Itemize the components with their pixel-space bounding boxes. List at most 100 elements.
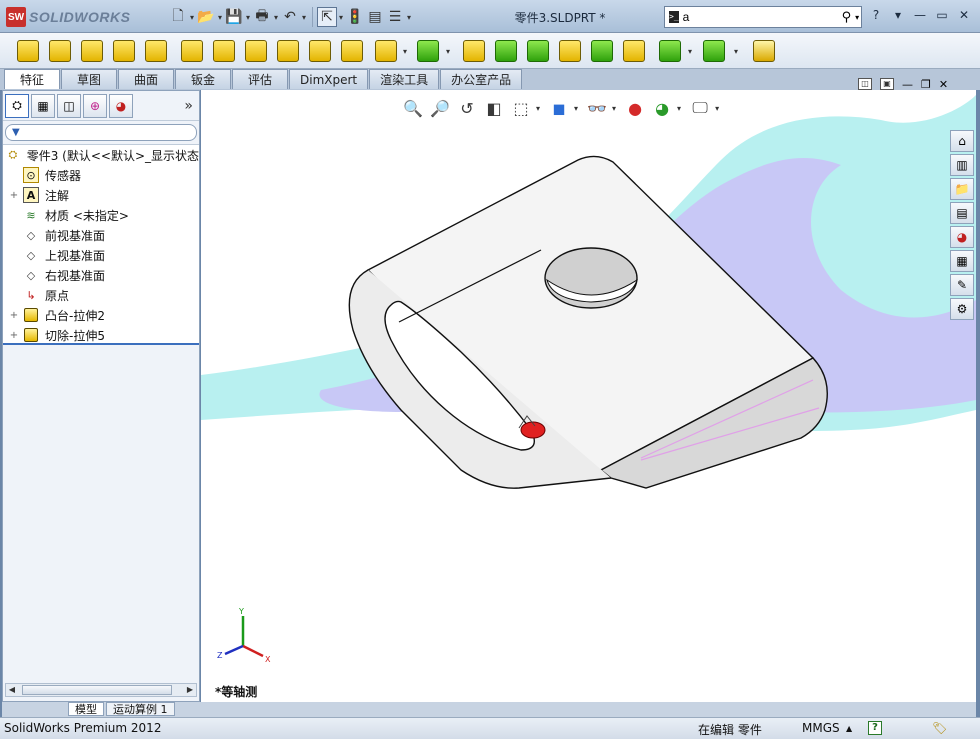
tab-motion-study[interactable]: 运动算例 1: [106, 702, 175, 716]
tab-office-products[interactable]: 办公室产品: [440, 69, 523, 89]
instant3d-icon[interactable]: [750, 37, 778, 65]
solidworks-forum-icon[interactable]: ✎: [950, 274, 974, 296]
close-button[interactable]: ✕: [956, 7, 972, 23]
units-dropdown-icon[interactable]: ▲: [846, 724, 852, 733]
search-icon[interactable]: ⚲: [842, 10, 852, 25]
tree-item-front-plane[interactable]: ◇ 前视基准面: [3, 225, 199, 245]
viewport-restore-icon[interactable]: ❐: [921, 78, 931, 91]
view-settings-icon[interactable]: 🖵: [688, 96, 712, 120]
view-palette-icon[interactable]: ▤: [950, 202, 974, 224]
command-search-icon[interactable]: >_: [669, 11, 679, 23]
search-input[interactable]: [682, 10, 838, 24]
curves-icon[interactable]: [700, 37, 728, 65]
print-dropdown[interactable]: ▾: [272, 13, 280, 22]
feature-manager-icon[interactable]: ⛭: [5, 93, 29, 118]
status-units[interactable]: MMGS: [802, 721, 840, 735]
boundary-boss-icon[interactable]: [142, 37, 170, 65]
section-view-icon[interactable]: ◧: [482, 96, 506, 120]
revolved-cut-icon[interactable]: [242, 37, 270, 65]
configuration-manager-icon[interactable]: ◫: [57, 93, 81, 118]
tree-item-sensors[interactable]: ⊙ 传感器: [3, 165, 199, 185]
new-document-dropdown[interactable]: ▾: [188, 13, 196, 22]
apply-scene-icon[interactable]: ◕: [650, 96, 674, 120]
tree-root-part[interactable]: ⛭ 零件3 (默认<<默认>_显示状态: [3, 145, 199, 165]
display-style-dropdown[interactable]: ▾: [574, 104, 578, 113]
apply-scene-dropdown[interactable]: ▾: [677, 104, 681, 113]
help-dropdown-icon[interactable]: ▾: [890, 7, 906, 23]
hole-wizard-icon[interactable]: [210, 37, 238, 65]
swept-cut-icon[interactable]: [274, 37, 302, 65]
options-dropdown[interactable]: ▾: [405, 13, 413, 22]
fillet-dropdown[interactable]: ▾: [403, 47, 407, 56]
options-icon[interactable]: ☰: [385, 7, 405, 27]
lofted-boss-icon[interactable]: [110, 37, 138, 65]
zoom-to-area-icon[interactable]: 🔎: [428, 96, 452, 120]
revolved-boss-icon[interactable]: [46, 37, 74, 65]
search-box[interactable]: >_ ⚲ ▾: [664, 6, 862, 28]
tab-sheet-metal[interactable]: 钣金: [175, 69, 231, 89]
tab-render-tools[interactable]: 渲染工具: [369, 69, 440, 89]
solidworks-logo[interactable]: SW SOLIDWORKS: [6, 7, 130, 27]
tab-dimxpert[interactable]: DimXpert: [289, 69, 369, 89]
design-library-icon[interactable]: ▥: [950, 154, 974, 176]
custom-properties-icon[interactable]: ▦: [950, 250, 974, 272]
lofted-cut-icon[interactable]: [306, 37, 334, 65]
home-icon[interactable]: ⌂: [950, 130, 974, 152]
tree-item-annotations[interactable]: + A 注解: [3, 185, 199, 205]
wrap-icon[interactable]: [556, 37, 584, 65]
open-icon[interactable]: 📂: [196, 7, 216, 27]
scroll-thumb[interactable]: [22, 685, 172, 695]
intersect-icon[interactable]: [588, 37, 616, 65]
view-settings-dropdown[interactable]: ▾: [715, 104, 719, 113]
shell-icon[interactable]: [524, 37, 552, 65]
tab-features[interactable]: 特征: [4, 69, 60, 89]
mirror-icon[interactable]: [620, 37, 648, 65]
undo-icon[interactable]: ↶: [280, 7, 300, 27]
viewport-split-icon[interactable]: ◫: [858, 78, 872, 90]
tree-item-boss-extrude2[interactable]: + 凸台-拉伸2: [3, 305, 199, 325]
scroll-left-icon[interactable]: ◀: [6, 684, 18, 696]
previous-view-icon[interactable]: ↺: [455, 96, 479, 120]
hide-show-dropdown[interactable]: ▾: [612, 104, 616, 113]
rib-icon[interactable]: [460, 37, 488, 65]
hide-show-items-icon[interactable]: 👓: [585, 96, 609, 120]
search-dropdown-icon[interactable]: ▾: [855, 13, 859, 22]
tree-item-material[interactable]: ≋ 材质 <未指定>: [3, 205, 199, 225]
help-icon[interactable]: ?: [868, 7, 884, 23]
fillet-icon[interactable]: [372, 37, 400, 65]
panel-horizontal-scrollbar[interactable]: ◀ ▶: [5, 683, 197, 697]
tree-item-right-plane[interactable]: ◇ 右视基准面: [3, 265, 199, 285]
swept-boss-icon[interactable]: [78, 37, 106, 65]
display-style-icon[interactable]: ◼: [547, 96, 571, 120]
tree-expander[interactable]: +: [9, 310, 19, 321]
edit-appearance-icon[interactable]: ●: [623, 96, 647, 120]
save-icon[interactable]: 💾: [224, 7, 244, 27]
dimxpert-manager-icon[interactable]: ⊕: [83, 93, 107, 118]
property-manager-icon[interactable]: ▦: [31, 93, 55, 118]
tab-sketch[interactable]: 草图: [61, 69, 117, 89]
select-dropdown[interactable]: ▾: [337, 13, 345, 22]
graphics-area[interactable]: 🔍 🔎 ↺ ◧ ⬚ ▾ ◼ ▾ 👓 ▾ ● ◕ ▾ 🖵 ▾ ⌂ ▥ 📁 ▤ ◕ …: [201, 90, 976, 702]
scroll-right-icon[interactable]: ▶: [184, 684, 196, 696]
boundary-cut-icon[interactable]: [338, 37, 366, 65]
new-document-icon[interactable]: 🗋: [168, 7, 188, 27]
open-dropdown[interactable]: ▾: [216, 13, 224, 22]
tree-filter-field[interactable]: ▼: [5, 124, 197, 141]
minimize-button[interactable]: —: [912, 7, 928, 23]
tree-item-cut-extrude5[interactable]: + 切除-拉伸5: [3, 325, 199, 345]
tab-surfaces[interactable]: 曲面: [118, 69, 174, 89]
save-dropdown[interactable]: ▾: [244, 13, 252, 22]
reference-geometry-icon[interactable]: [656, 37, 684, 65]
view-orientation-dropdown[interactable]: ▾: [536, 104, 540, 113]
linear-pattern-icon[interactable]: [414, 37, 442, 65]
file-properties-icon[interactable]: ▤: [365, 7, 385, 27]
extruded-cut-icon[interactable]: [178, 37, 206, 65]
print-icon[interactable]: 🖶: [252, 7, 272, 27]
view-orientation-icon[interactable]: ⬚: [509, 96, 533, 120]
tab-model[interactable]: 模型: [68, 702, 104, 716]
appearances-icon[interactable]: ◕: [950, 226, 974, 248]
display-manager-icon[interactable]: ◕: [109, 93, 133, 118]
status-help-icon[interactable]: ?: [868, 721, 882, 735]
tab-evaluate[interactable]: 评估: [232, 69, 288, 89]
curves-dropdown[interactable]: ▾: [734, 47, 738, 56]
